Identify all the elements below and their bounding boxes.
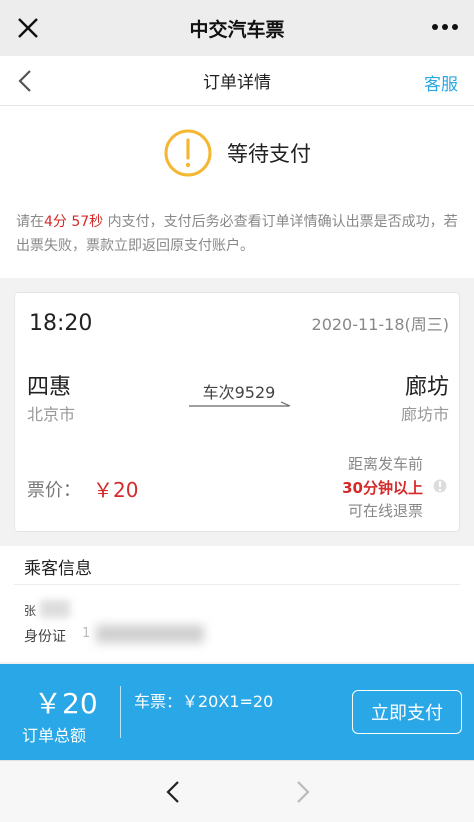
from-city: 北京市 — [27, 405, 76, 424]
chevron-left-icon[interactable] — [162, 779, 186, 805]
redacted-id — [96, 625, 204, 643]
divider — [120, 686, 121, 738]
divider — [14, 584, 460, 585]
id-number: 1 — [82, 626, 91, 641]
page-title: 订单详情 — [203, 73, 271, 93]
price-label: 票价： — [27, 480, 81, 501]
refund-rule-line1: 距离发车前 — [347, 455, 423, 473]
refund-rule-line3: 可在线退票 — [347, 502, 423, 520]
status-text: 等待支付 — [227, 142, 311, 166]
total-amount: ￥20 — [34, 687, 98, 720]
passenger-title: 乘客信息 — [24, 559, 92, 579]
ticket-card: 18:20 2020-11-18(周三) 四惠 北京市 车次9529 廊坊 廊坊… — [14, 292, 460, 532]
payment-notice: 请在4分 57秒 内支付，支付后务必查看订单详情确认出票是否成功，若出票失败，票… — [16, 210, 462, 258]
customer-service-link[interactable]: 客服 — [424, 70, 458, 95]
to-city: 廊坊市 — [400, 405, 449, 424]
countdown-timer: 4分 57秒 — [44, 214, 104, 230]
redacted-name — [40, 600, 70, 618]
id-label: 身份证 — [24, 629, 66, 645]
fare-detail: 车票：￥20X1=20 — [134, 692, 274, 711]
nav-bar: 订单详情 客服 — [0, 56, 474, 106]
refund-rule-line2: 30分钟以上 — [342, 479, 423, 497]
chevron-left-icon[interactable] — [12, 68, 38, 94]
chevron-right-icon[interactable] — [290, 779, 314, 805]
payment-bar: ￥20 订单总额 车票：￥20X1=20 立即支付 — [0, 664, 474, 760]
info-icon[interactable] — [433, 477, 447, 495]
warning-circle-icon — [164, 129, 212, 177]
total-label: 订单总额 — [22, 726, 87, 745]
notice-prefix: 请在 — [16, 214, 44, 230]
passenger-name: 张 — [24, 604, 37, 618]
from-station: 四惠 — [27, 375, 72, 400]
ticket-price: ￥20 — [93, 478, 139, 502]
wechat-title: 中交汽车票 — [189, 18, 285, 41]
browser-nav-bar — [0, 760, 474, 822]
pay-now-button[interactable]: 立即支付 — [352, 690, 462, 734]
more-dots-icon[interactable] — [432, 24, 458, 30]
status-row: 等待支付 — [0, 128, 474, 178]
departure-date: 2020-11-18(周三) — [311, 315, 449, 334]
to-station: 廊坊 — [404, 375, 449, 400]
payment-status-section: 等待支付 请在4分 57秒 内支付，支付后务必查看订单详情确认出票是否成功，若出… — [0, 106, 474, 278]
close-icon[interactable] — [14, 14, 42, 42]
departure-time: 18:20 — [29, 311, 93, 336]
train-number: 车次9529 — [202, 383, 276, 402]
passenger-section: 乘客信息 张 身份证 1 — [0, 546, 474, 662]
arrow-right-icon — [189, 401, 291, 407]
wechat-header: 中交汽车票 — [0, 0, 474, 56]
